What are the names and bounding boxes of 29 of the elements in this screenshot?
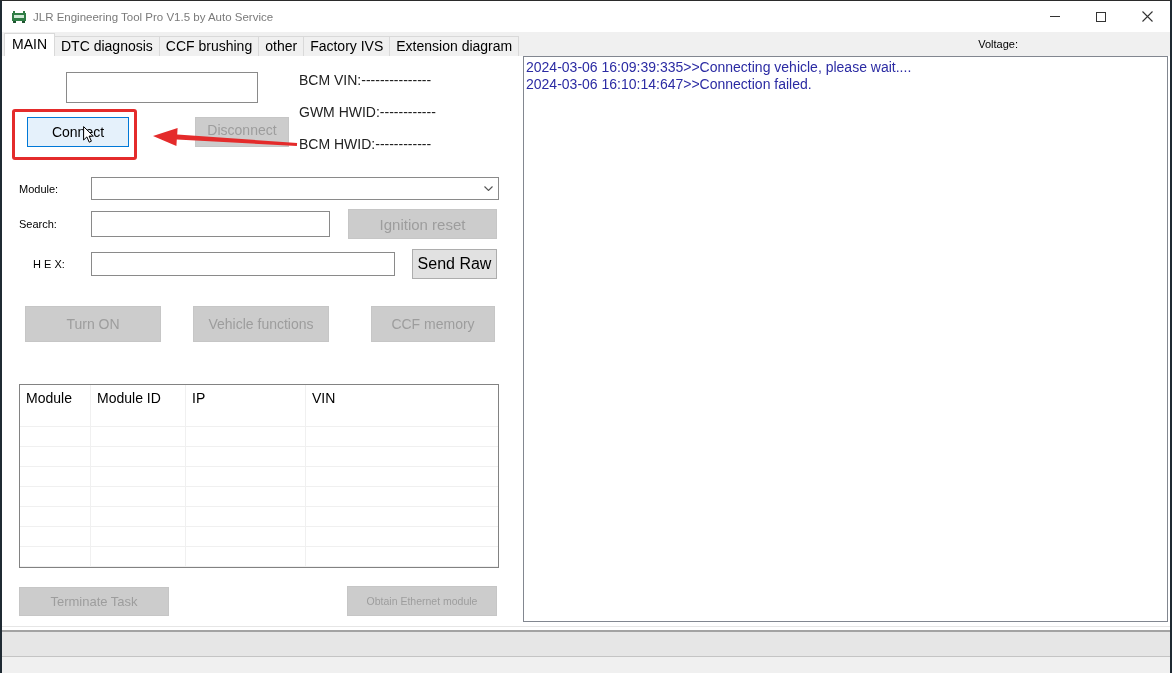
tab[interactable]: Extension diagram xyxy=(389,36,520,56)
tab[interactable]: CCF brushing xyxy=(158,36,260,56)
column-header[interactable]: IP xyxy=(186,385,306,426)
log-line: 2024-03-06 16:09:39:335>>Connecting vehicle, please wait.... xyxy=(526,59,912,76)
tab[interactable]: DTC diagnosis xyxy=(54,36,160,56)
vehicle-info-text: GWM HWID:------------ xyxy=(299,103,436,122)
field-label: H E X: xyxy=(33,258,65,270)
log-line: 2024-03-06 16:10:14:647>>Connection failed. xyxy=(526,76,812,93)
vehicle-info-text: BCM VIN:--------------- xyxy=(299,71,432,90)
text-field[interactable] xyxy=(91,252,395,276)
column-header[interactable]: Module ID xyxy=(91,385,186,426)
app-icon xyxy=(12,10,26,23)
text-field[interactable] xyxy=(91,211,330,237)
column-header[interactable]: Module xyxy=(20,385,91,426)
send-raw-button[interactable]: Send Raw xyxy=(412,249,497,279)
tab[interactable]: MAIN xyxy=(4,33,55,56)
module-dropdown[interactable] xyxy=(91,177,499,200)
vehicle-info-text: BCM HWID:------------ xyxy=(299,135,432,154)
chevron-down-icon xyxy=(484,186,493,191)
close-icon xyxy=(1141,11,1153,22)
window-title: JLR Engineering Tool Pro V1.5 by Auto Service xyxy=(33,10,274,23)
voltage-label: Voltage: xyxy=(978,38,1018,50)
column-header[interactable]: VIN xyxy=(306,385,498,426)
input-field[interactable] xyxy=(66,72,258,103)
tab[interactable]: Factory IVS xyxy=(303,36,391,56)
maximize-icon xyxy=(1096,11,1106,22)
field-label: Search: xyxy=(19,218,57,230)
minimize-icon xyxy=(1050,16,1060,17)
field-label: Module: xyxy=(19,182,59,195)
